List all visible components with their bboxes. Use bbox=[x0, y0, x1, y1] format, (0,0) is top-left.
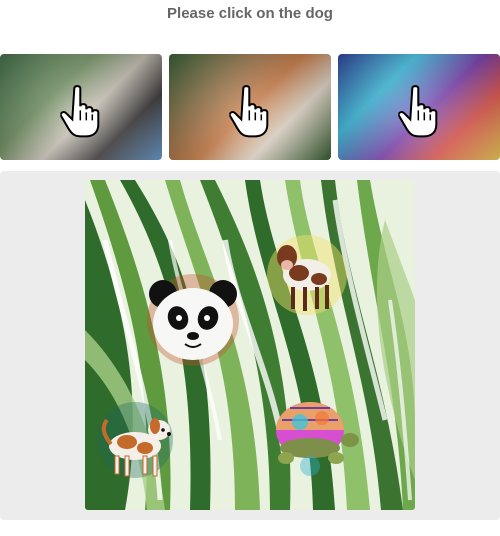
example-image-2 bbox=[169, 54, 331, 160]
panda-image[interactable] bbox=[147, 274, 239, 366]
cow-image[interactable] bbox=[267, 235, 347, 315]
example-images-row bbox=[0, 54, 500, 160]
challenge-image[interactable] bbox=[85, 180, 415, 510]
example-image-1 bbox=[0, 54, 162, 160]
pointer-hand-icon bbox=[398, 85, 438, 138]
challenge-area bbox=[0, 171, 500, 520]
challenge-canvas[interactable] bbox=[85, 180, 415, 510]
pointer-hand-icon bbox=[60, 85, 100, 138]
pointer-hand-icon bbox=[229, 85, 269, 138]
dog-image[interactable] bbox=[97, 402, 173, 478]
instruction-text: Please click on the dog bbox=[167, 5, 333, 22]
example-image-3 bbox=[338, 54, 500, 160]
footer-strip bbox=[0, 526, 500, 536]
